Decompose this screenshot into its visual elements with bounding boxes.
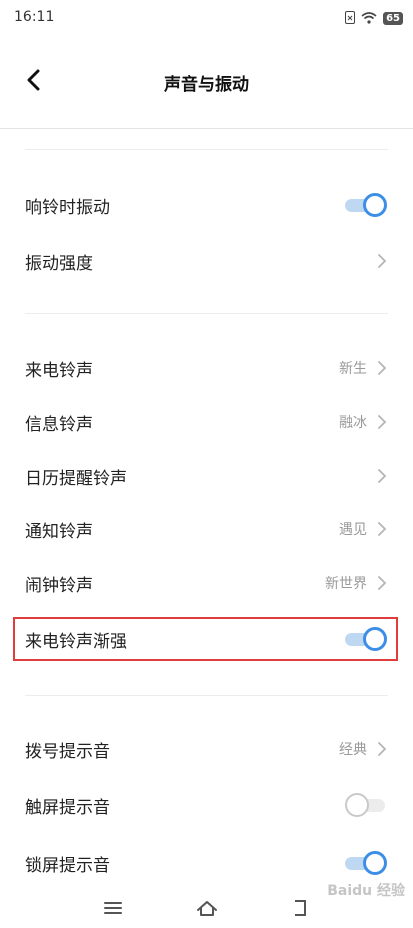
sim-icon — [345, 9, 356, 28]
row-label: 拨号提示音 — [25, 741, 110, 762]
status-bar: 16:11 65 — [0, 0, 413, 36]
row-alarm-ringtone[interactable]: 闹钟铃声 新世界 — [0, 557, 413, 609]
divider — [25, 695, 388, 696]
page-title: 声音与振动 — [164, 75, 249, 95]
row-value: 遇见 — [339, 522, 367, 538]
chevron-right-icon — [378, 522, 387, 536]
chevron-right-icon — [378, 742, 387, 756]
row-label: 振动强度 — [25, 253, 93, 274]
divider — [25, 313, 388, 314]
menu-icon — [104, 902, 122, 914]
row-label: 触屏提示音 — [25, 797, 110, 818]
row-vibrate-on-ring: 响铃时振动 — [0, 179, 413, 231]
menu-button[interactable] — [99, 894, 127, 922]
touch-sound-toggle[interactable] — [343, 793, 387, 817]
row-value: 融冰 — [339, 415, 367, 431]
row-vibration-intensity[interactable]: 振动强度 — [0, 235, 413, 287]
chevron-right-icon — [378, 361, 387, 375]
chevron-right-icon — [378, 469, 387, 483]
home-icon — [197, 901, 217, 916]
row-value: 新生 — [339, 361, 367, 377]
status-time: 16:11 — [14, 9, 55, 25]
row-message-ringtone[interactable]: 信息铃声 融冰 — [0, 396, 413, 448]
chevron-right-icon — [378, 254, 387, 268]
divider — [25, 149, 388, 150]
row-label: 来电铃声渐强 — [25, 631, 127, 652]
row-label: 响铃时振动 — [25, 197, 110, 218]
row-label: 信息铃声 — [25, 414, 93, 435]
toggle-thumb — [345, 793, 369, 817]
battery-icon: 65 — [383, 12, 403, 25]
row-calendar-ringtone[interactable]: 日历提醒铃声 — [0, 450, 413, 502]
home-button[interactable] — [193, 894, 221, 922]
back-icon — [295, 900, 306, 916]
baidu-watermark: Baidu 经验 — [327, 883, 405, 899]
row-label: 闹钟铃声 — [25, 575, 93, 596]
row-value: 新世界 — [325, 576, 367, 592]
row-call-ringtone[interactable]: 来电铃声 新生 — [0, 342, 413, 394]
toggle-thumb — [363, 627, 387, 651]
ringtone-crescendo-toggle[interactable] — [343, 627, 387, 651]
status-icons: 65 — [345, 9, 403, 28]
chevron-right-icon — [378, 576, 387, 590]
row-notification-ringtone[interactable]: 通知铃声 遇见 — [0, 503, 413, 555]
row-label: 来电铃声 — [25, 360, 93, 381]
wifi-icon — [361, 9, 377, 28]
vibrate-on-ring-toggle[interactable] — [343, 193, 387, 217]
row-label: 通知铃声 — [25, 521, 93, 542]
row-label: 日历提醒铃声 — [25, 468, 127, 489]
divider — [0, 128, 413, 129]
row-dial-tone[interactable]: 拨号提示音 经典 — [0, 723, 413, 775]
lock-sound-toggle[interactable] — [343, 851, 387, 875]
row-ringtone-crescendo: 来电铃声渐强 — [0, 613, 413, 665]
toggle-thumb — [363, 193, 387, 217]
header: 声音与振动 — [0, 56, 413, 106]
chevron-right-icon — [378, 415, 387, 429]
row-touch-sound: 触屏提示音 — [0, 779, 413, 831]
row-value: 经典 — [339, 742, 367, 758]
toggle-thumb — [363, 851, 387, 875]
back-nav-button[interactable] — [286, 894, 314, 922]
row-label: 锁屏提示音 — [25, 855, 110, 876]
